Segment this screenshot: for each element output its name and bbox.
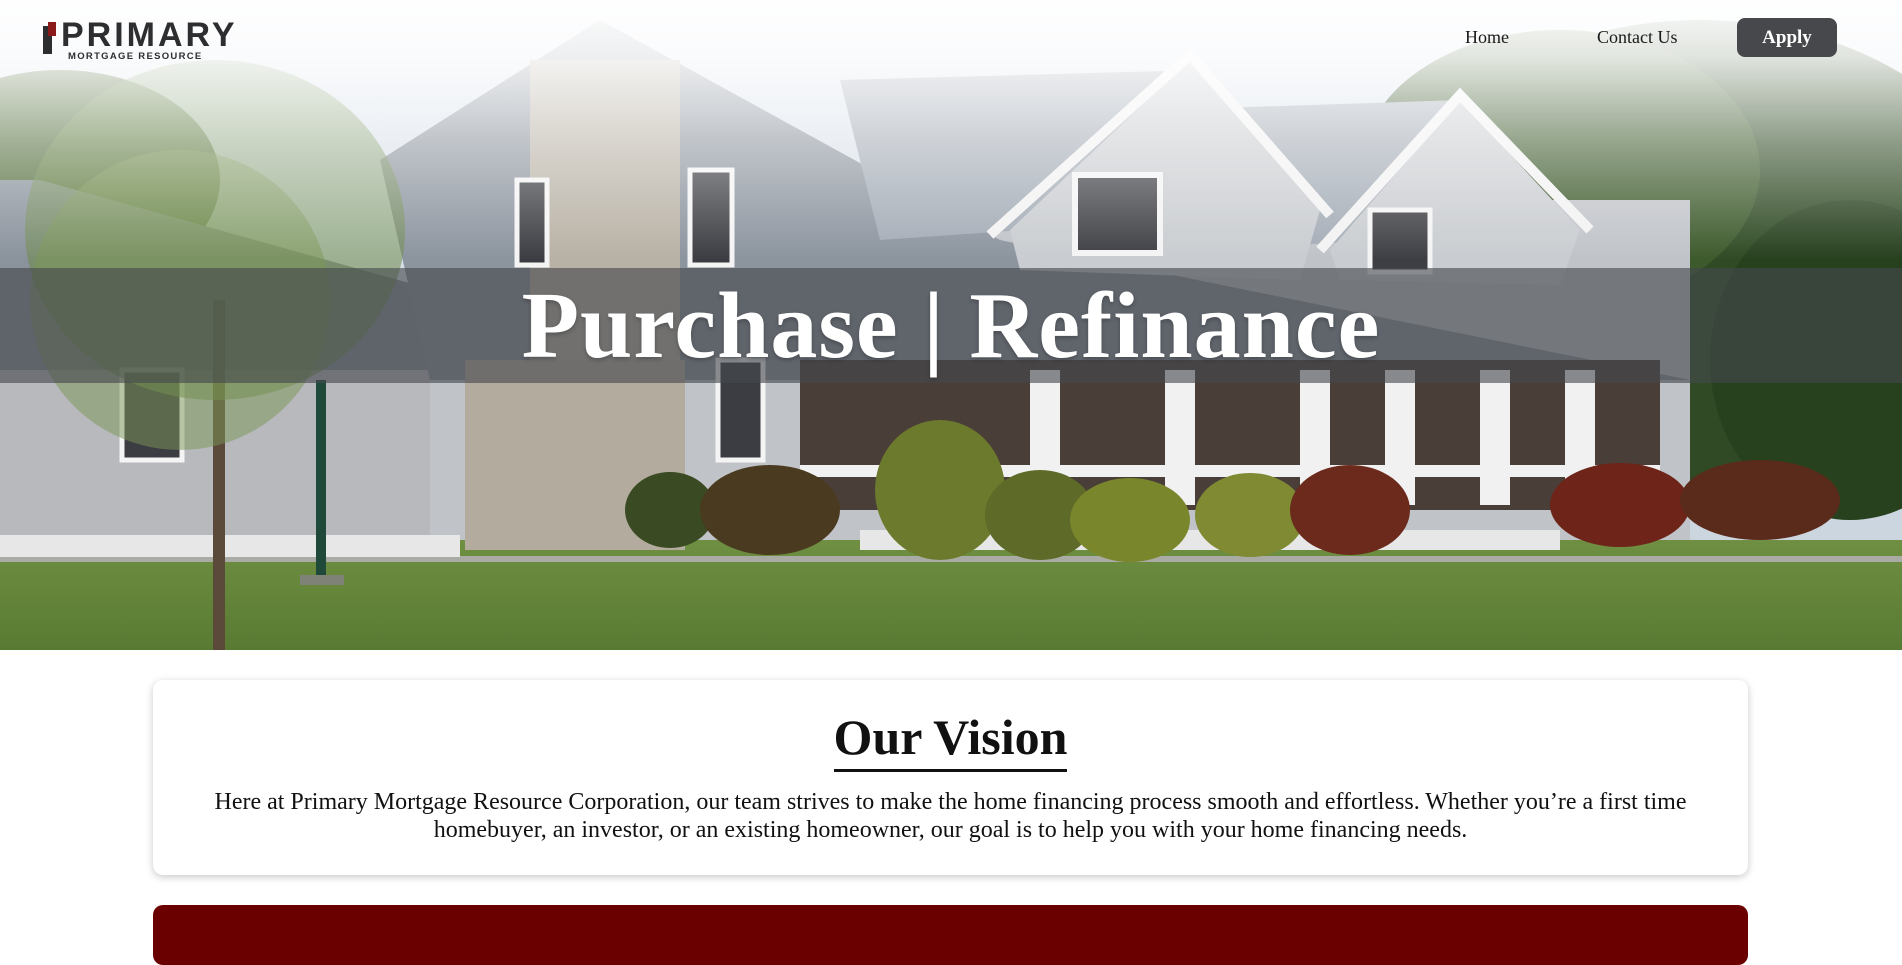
logo-wordmark: PRIMARY (61, 16, 238, 54)
logo-mark-icon (43, 22, 56, 54)
vision-heading: Our Vision (153, 709, 1748, 772)
nav-contact-link[interactable]: Contact Us (1597, 27, 1678, 48)
nav-home-link[interactable]: Home (1465, 27, 1509, 48)
vision-card: Our Vision Here at Primary Mortgage Reso… (153, 680, 1748, 875)
hero-title: Purchase | Refinance (521, 273, 1381, 378)
primary-logo[interactable]: PRIMARY MORTGAGE RESOURCE (42, 16, 242, 66)
vision-heading-text: Our Vision (833, 709, 1068, 772)
next-section-card (153, 905, 1748, 965)
logo-subtitle: MORTGAGE RESOURCE (68, 51, 203, 62)
vision-paragraph: Here at Primary Mortgage Resource Corpor… (214, 789, 1687, 843)
hero-banner: Purchase | Refinance (0, 0, 1902, 650)
apply-button[interactable]: Apply (1737, 18, 1837, 57)
